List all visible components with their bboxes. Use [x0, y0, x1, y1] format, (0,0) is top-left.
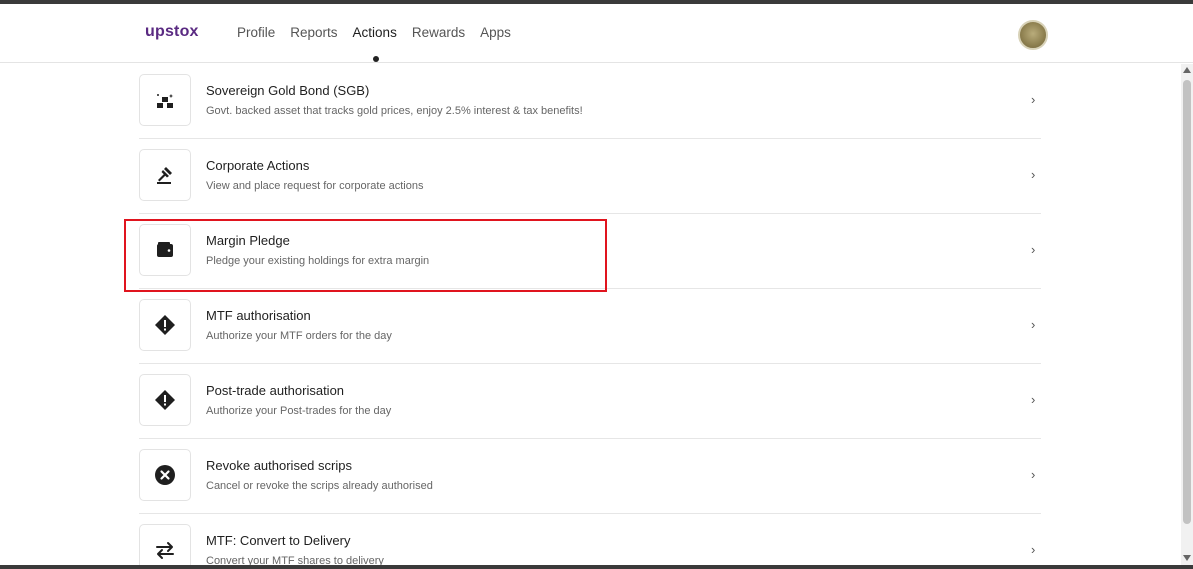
action-icon-box	[139, 524, 191, 569]
action-description: Authorize your MTF orders for the day	[206, 330, 392, 342]
chevron-right-icon: ›	[1031, 242, 1036, 257]
action-icon-box	[139, 224, 191, 276]
action-title: Margin Pledge	[206, 233, 290, 248]
chevron-right-icon: ›	[1031, 317, 1036, 332]
action-row-revoke-scrips[interactable]: Revoke authorised scrips Cancel or revok…	[139, 439, 1041, 514]
gavel-icon	[157, 167, 172, 184]
action-row-margin-pledge[interactable]: Margin Pledge Pledge your existing holdi…	[139, 214, 1041, 289]
upstox-logo[interactable]: upstox	[145, 23, 199, 41]
action-description: Pledge your existing holdings for extra …	[206, 255, 430, 267]
scrollbar-thumb[interactable]	[1183, 80, 1191, 524]
action-title: Corporate Actions	[206, 158, 310, 173]
window-bottom-border	[0, 565, 1193, 569]
action-row-corporate-actions[interactable]: Corporate Actions View and place request…	[139, 139, 1041, 214]
action-row-post-trade-authorisation[interactable]: Post-trade authorisation Authorize your …	[139, 364, 1041, 439]
action-icon-box	[139, 449, 191, 501]
action-icon-box	[139, 74, 191, 126]
chevron-right-icon: ›	[1031, 542, 1036, 557]
wallet-icon	[157, 242, 173, 257]
scroll-up-arrow-icon[interactable]	[1183, 67, 1191, 73]
active-nav-indicator	[373, 56, 379, 62]
close-circle-icon	[155, 465, 175, 485]
action-row-mtf-convert[interactable]: MTF: Convert to Delivery Convert your MT…	[139, 514, 1041, 569]
chevron-right-icon: ›	[1031, 167, 1036, 182]
action-description: Authorize your Post-trades for the day	[206, 405, 392, 417]
vertical-scrollbar[interactable]	[1181, 64, 1193, 565]
chevron-right-icon: ›	[1031, 392, 1036, 407]
action-description: Govt. backed asset that tracks gold pric…	[206, 105, 583, 117]
main-nav: Profile Reports Actions Rewards Apps	[237, 25, 511, 40]
actions-list: Sovereign Gold Bond (SGB) Govt. backed a…	[0, 64, 1180, 569]
nav-profile[interactable]: Profile	[237, 25, 275, 40]
action-icon-box	[139, 149, 191, 201]
action-title: Post-trade authorisation	[206, 383, 345, 398]
action-description: View and place request for corporate act…	[206, 180, 424, 192]
warning-diamond-icon	[155, 390, 175, 410]
swap-arrows-icon	[156, 542, 174, 559]
action-icon-box	[139, 299, 191, 351]
top-navigation-bar: upstox Profile Reports Actions Rewards A…	[0, 4, 1193, 63]
warning-diamond-icon	[155, 315, 175, 335]
user-avatar[interactable]	[1018, 20, 1048, 50]
gold-bars-icon	[157, 94, 174, 108]
action-row-mtf-authorisation[interactable]: MTF authorisation Authorize your MTF ord…	[139, 289, 1041, 364]
chevron-right-icon: ›	[1031, 92, 1036, 107]
scroll-down-arrow-icon[interactable]	[1183, 555, 1191, 561]
nav-reports[interactable]: Reports	[290, 25, 337, 40]
nav-apps[interactable]: Apps	[480, 25, 511, 40]
action-title: MTF authorisation	[206, 308, 311, 323]
nav-actions[interactable]: Actions	[353, 25, 397, 40]
action-title: Revoke authorised scrips	[206, 458, 352, 473]
action-description: Cancel or revoke the scrips already auth…	[206, 480, 433, 492]
nav-rewards[interactable]: Rewards	[412, 25, 465, 40]
action-icon-box	[139, 374, 191, 426]
action-title: Sovereign Gold Bond (SGB)	[206, 83, 370, 98]
chevron-right-icon: ›	[1031, 467, 1036, 482]
action-row-sgb[interactable]: Sovereign Gold Bond (SGB) Govt. backed a…	[139, 64, 1041, 139]
action-title: MTF: Convert to Delivery	[206, 533, 351, 548]
